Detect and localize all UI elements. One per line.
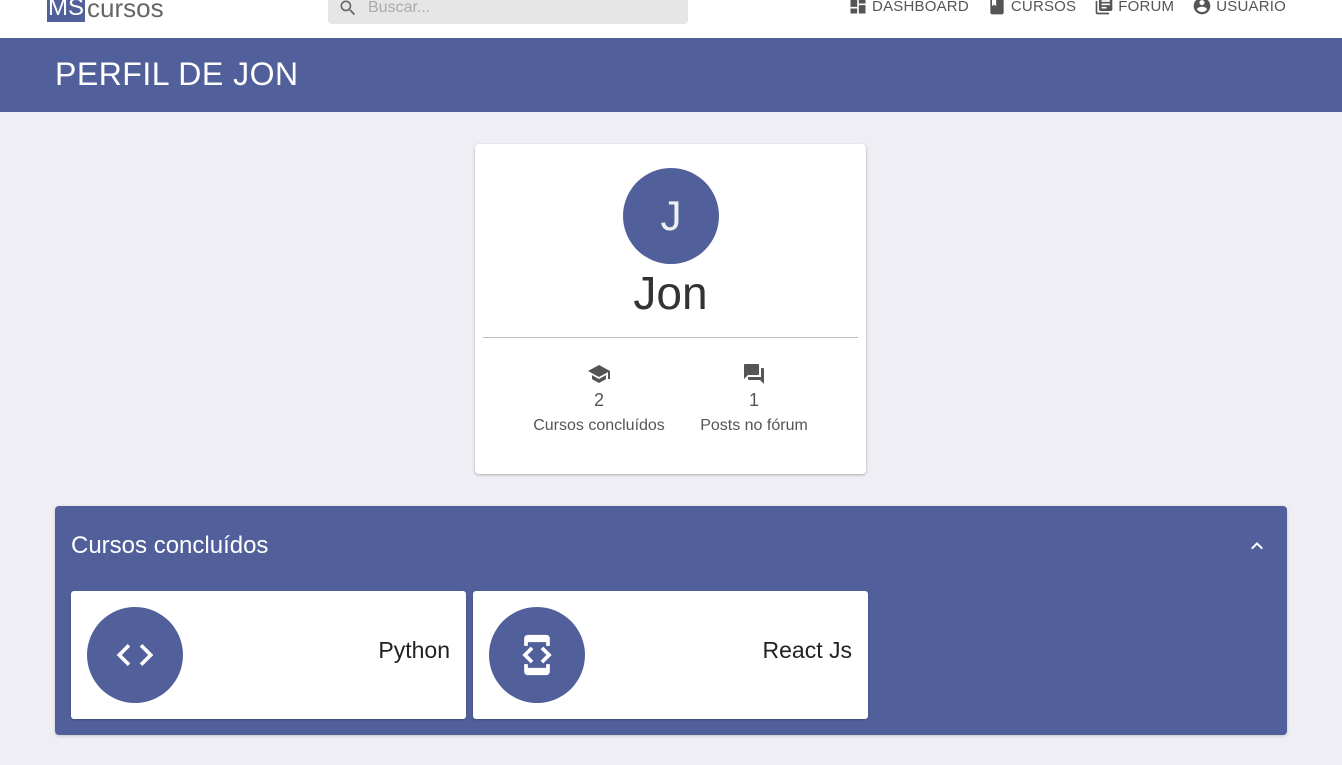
page-header: PERFIL DE JON <box>0 38 1342 112</box>
dashboard-icon <box>850 0 866 14</box>
graduation-cap-icon <box>588 365 610 383</box>
nav-cursos[interactable]: CURSOS <box>987 0 1076 16</box>
stat-forum-posts: 1 Posts no fórum <box>674 362 834 435</box>
nav-menu: DASHBOARD CURSOS FORUM USUARIO <box>830 0 1286 18</box>
chevron-up-icon[interactable] <box>1245 534 1269 558</box>
nav-forum-label: FORUM <box>1118 0 1175 15</box>
nav-usuario[interactable]: USUARIO <box>1192 0 1286 16</box>
stat-forum-value: 1 <box>748 390 759 410</box>
book-icon <box>990 0 1004 15</box>
course-card-react[interactable]: React Js <box>473 591 868 719</box>
developer-mode-icon <box>522 634 552 676</box>
profile-name: Jon <box>633 267 708 319</box>
forum-list-icon <box>1095 0 1113 15</box>
stat-forum-label: Posts no fórum <box>700 417 808 434</box>
nav-forum[interactable]: FORUM <box>1094 0 1174 16</box>
stat-completed-label: Cursos concluídos <box>533 417 665 434</box>
stat-completed-value: 2 <box>593 390 604 410</box>
search-bar <box>328 0 688 24</box>
course-name: React Js <box>762 637 852 663</box>
brand-logo[interactable]: MS cursos <box>47 0 164 22</box>
page-title: PERFIL DE JON <box>55 56 299 92</box>
forum-icon <box>744 364 764 384</box>
account-circle-icon <box>1193 0 1211 15</box>
code-icon <box>116 644 154 666</box>
completed-courses-panel: Cursos concluídos Python React Js <box>55 506 1287 735</box>
course-name: Python <box>378 637 450 663</box>
nav-dashboard[interactable]: DASHBOARD <box>848 0 969 16</box>
stat-completed-courses: 2 Cursos concluídos <box>519 362 679 435</box>
logo-ms: MS <box>47 0 85 22</box>
profile-card: J Jon 2 Cursos concluídos 1 Posts no fór… <box>475 144 866 474</box>
search-input[interactable] <box>368 0 668 17</box>
avatar: J <box>623 168 719 264</box>
course-icon-react <box>489 607 585 703</box>
panel-title: Cursos concluídos <box>71 532 269 559</box>
logo-text: cursos <box>87 0 164 23</box>
course-card-python[interactable]: Python <box>71 591 466 719</box>
nav-dashboard-label: DASHBOARD <box>872 0 969 15</box>
divider <box>483 337 858 338</box>
search-icon <box>340 0 356 16</box>
nav-cursos-label: CURSOS <box>1010 0 1077 15</box>
course-icon-python <box>87 607 183 703</box>
top-navbar: MS cursos DASHBOARD CURSOS FORUM USUARIO <box>0 0 1342 38</box>
nav-usuario-label: USUARIO <box>1216 0 1286 15</box>
